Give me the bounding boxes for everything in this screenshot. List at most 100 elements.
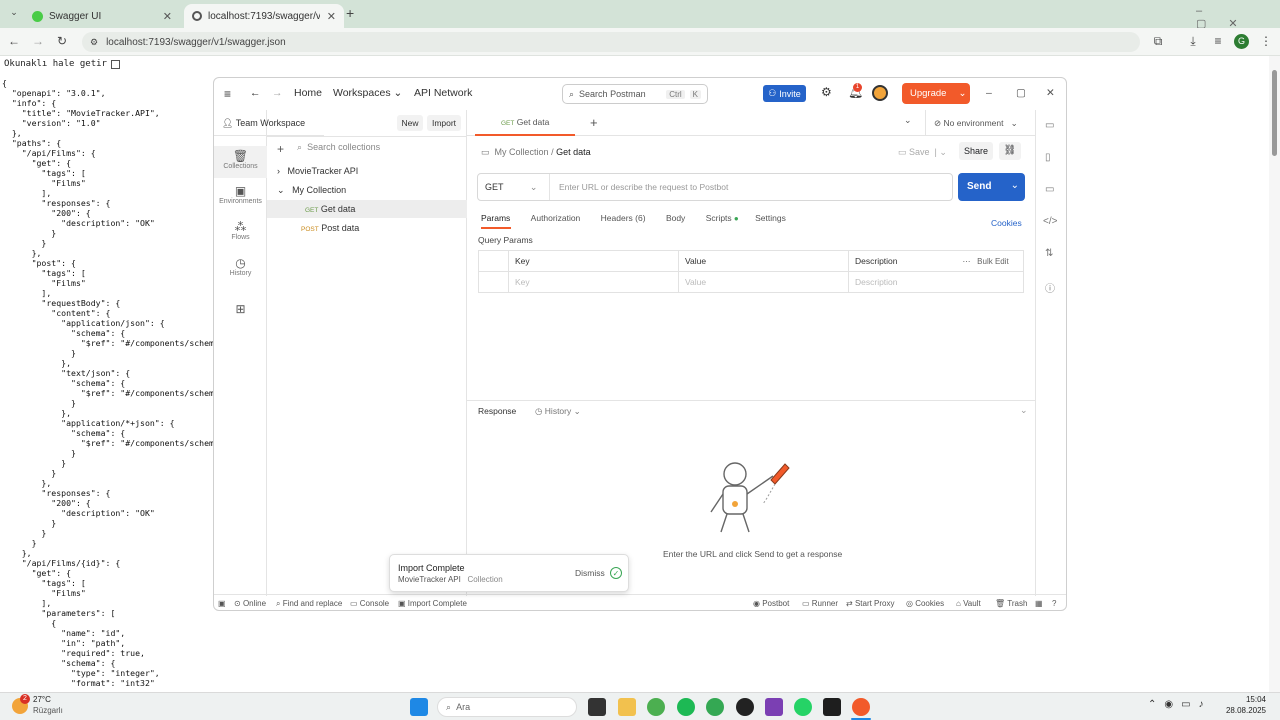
tab-authorization[interactable]: Authorization: [531, 213, 581, 223]
visual-studio-icon[interactable]: [765, 698, 783, 716]
search-collections-input[interactable]: ⌕ Search collections: [297, 142, 380, 153]
collapse-chevron-icon[interactable]: ⌄: [1020, 405, 1028, 416]
start-windows-icon[interactable]: [410, 698, 428, 716]
new-tab-icon[interactable]: +: [590, 115, 598, 130]
minimize-icon[interactable]: –: [986, 87, 992, 99]
description-input[interactable]: Description: [848, 271, 1024, 293]
postman-search[interactable]: ⌕ Search Postman Ctrl K: [562, 84, 708, 104]
checkbox-cell[interactable]: [478, 271, 509, 293]
breadcrumb-request[interactable]: Get data: [556, 147, 591, 157]
comments-icon[interactable]: ▯: [1045, 152, 1051, 163]
import-complete-status[interactable]: ▣ Import Complete: [398, 599, 467, 608]
close-icon[interactable]: ✕: [1046, 87, 1055, 99]
share-button[interactable]: Share: [959, 142, 993, 160]
nav-api-network[interactable]: API Network: [414, 87, 472, 99]
docs-icon[interactable]: ▭: [1045, 120, 1054, 131]
copy-link-icon[interactable]: ⛓︎: [999, 142, 1021, 160]
add-collection-icon[interactable]: +: [277, 142, 284, 156]
layout-icon[interactable]: ▦: [1035, 599, 1043, 608]
request-tab[interactable]: GET Get data: [475, 110, 575, 136]
tab-swagger-json[interactable]: localhost:7193/swagger/v1/swa ✕: [184, 4, 344, 28]
tab-scripts[interactable]: Scripts: [706, 213, 732, 223]
sidebar-item-configure[interactable]: ⊞: [214, 302, 267, 316]
menu-kebab-icon[interactable]: ⋮: [1258, 34, 1274, 48]
tab-swagger-ui[interactable]: Swagger UI ✕: [24, 4, 180, 28]
window-controls[interactable]: –▢✕: [1196, 5, 1280, 30]
chrome-icon[interactable]: [647, 698, 665, 716]
settings-gear-icon[interactable]: ⚙: [821, 85, 832, 99]
toggle-sidebar-icon[interactable]: ▣: [218, 599, 226, 608]
history-dropdown[interactable]: ◷ History ⌄: [535, 406, 581, 417]
clock-time[interactable]: 15:04: [1222, 695, 1266, 704]
help-icon[interactable]: ?: [1052, 599, 1056, 608]
user-avatar[interactable]: [872, 85, 888, 101]
download-icon[interactable]: ⤓: [1185, 34, 1201, 49]
cookies[interactable]: ◎ Cookies: [906, 599, 944, 608]
status-online[interactable]: ⊙ Online: [234, 599, 266, 608]
profile-avatar[interactable]: G: [1234, 34, 1249, 49]
sidebar-item-collections[interactable]: 🗑︎ Collections: [214, 146, 267, 178]
postman-icon[interactable]: [852, 698, 870, 716]
sidebar-item-history[interactable]: ◷ History: [214, 256, 267, 277]
send-button[interactable]: Send ⌄: [958, 173, 1025, 201]
taskbar-search[interactable]: ⌕ Ara: [437, 697, 577, 717]
page-scrollbar-thumb[interactable]: [1272, 70, 1277, 156]
terminal-icon[interactable]: [823, 698, 841, 716]
chevron-down-icon[interactable]: ⌄: [904, 115, 912, 126]
key-input[interactable]: Key: [508, 271, 679, 293]
code-icon[interactable]: </>: [1043, 216, 1057, 227]
bulk-edit-button[interactable]: ⋯ Bulk Edit: [956, 250, 1024, 272]
new-tab-icon[interactable]: +: [346, 5, 354, 21]
value-input[interactable]: Value: [678, 271, 849, 293]
whatsapp-icon[interactable]: [794, 698, 812, 716]
file-explorer-icon[interactable]: [618, 698, 636, 716]
pretty-print-toggle[interactable]: Okunaklı hale getir: [4, 59, 120, 69]
system-tray-icons[interactable]: ⌃◉▭♪: [1148, 699, 1212, 710]
back-icon[interactable]: ←: [250, 87, 261, 99]
tab-search-icon[interactable]: ⌄: [6, 7, 22, 18]
collection-item[interactable]: ⌄ My Collection: [277, 185, 346, 196]
save-button[interactable]: ▭ Save | ⌄: [898, 147, 947, 158]
sync-icon[interactable]: ⇅: [1045, 248, 1053, 259]
environment-selector[interactable]: ⊘ No environment ⌄: [925, 110, 1035, 136]
sidebar-item-environments[interactable]: ▣ Environments: [214, 184, 267, 205]
chevron-down-icon[interactable]: ⌄: [1011, 180, 1019, 191]
info-panel-icon[interactable]: ▭: [1045, 184, 1054, 195]
site-info-icon[interactable]: ⚙: [90, 37, 98, 48]
vault[interactable]: ⌂ Vault: [956, 599, 981, 608]
tab-settings[interactable]: Settings: [755, 213, 786, 223]
maximize-icon[interactable]: ▢: [1016, 87, 1026, 99]
tab-body[interactable]: Body: [666, 213, 685, 223]
import-button[interactable]: Import: [427, 115, 461, 131]
reading-list-icon[interactable]: ≡: [1210, 34, 1226, 48]
back-icon[interactable]: ←: [6, 34, 22, 48]
breadcrumb-collection[interactable]: My Collection: [495, 147, 549, 157]
new-button[interactable]: New: [397, 115, 423, 131]
address-bar[interactable]: ⚙ localhost:7193/swagger/v1/swagger.json: [82, 32, 1140, 52]
sidebar-item-flows[interactable]: ⁂ Flows: [214, 220, 267, 241]
dismiss-button[interactable]: Dismiss: [575, 568, 605, 578]
cookies-link[interactable]: Cookies: [991, 218, 1022, 228]
close-tab-icon[interactable]: ✕: [327, 10, 336, 23]
reload-icon[interactable]: ↻: [54, 34, 70, 48]
info-icon[interactable]: ⓘ: [1045, 280, 1055, 295]
method-selector[interactable]: GET ⌄: [478, 174, 550, 200]
find-replace[interactable]: ⌕ Find and replace: [276, 599, 342, 609]
nav-workspaces[interactable]: Workspaces ⌄: [333, 87, 402, 99]
close-tab-icon[interactable]: ✕: [163, 10, 172, 23]
chrome-profile-icon[interactable]: [706, 698, 724, 716]
forward-icon[interactable]: →: [30, 34, 46, 48]
upgrade-button[interactable]: Upgrade ⌄: [902, 83, 970, 104]
task-view-icon[interactable]: [588, 698, 606, 716]
tab-headers[interactable]: Headers (6): [601, 213, 646, 223]
forward-icon[interactable]: →: [272, 87, 283, 99]
spotify-icon[interactable]: [677, 698, 695, 716]
chevron-down-icon[interactable]: ⌄: [958, 88, 966, 99]
start-proxy[interactable]: ⇄ Start Proxy: [846, 599, 895, 608]
request-item[interactable]: GET Get data: [305, 204, 355, 214]
tab-params[interactable]: Params: [481, 213, 510, 223]
hamburger-menu-icon[interactable]: ≡: [224, 87, 231, 101]
request-item[interactable]: POST Post data: [301, 223, 359, 233]
clock-date[interactable]: 28.08.2025: [1222, 706, 1266, 715]
invite-button[interactable]: ⚇ Invite: [763, 85, 806, 102]
